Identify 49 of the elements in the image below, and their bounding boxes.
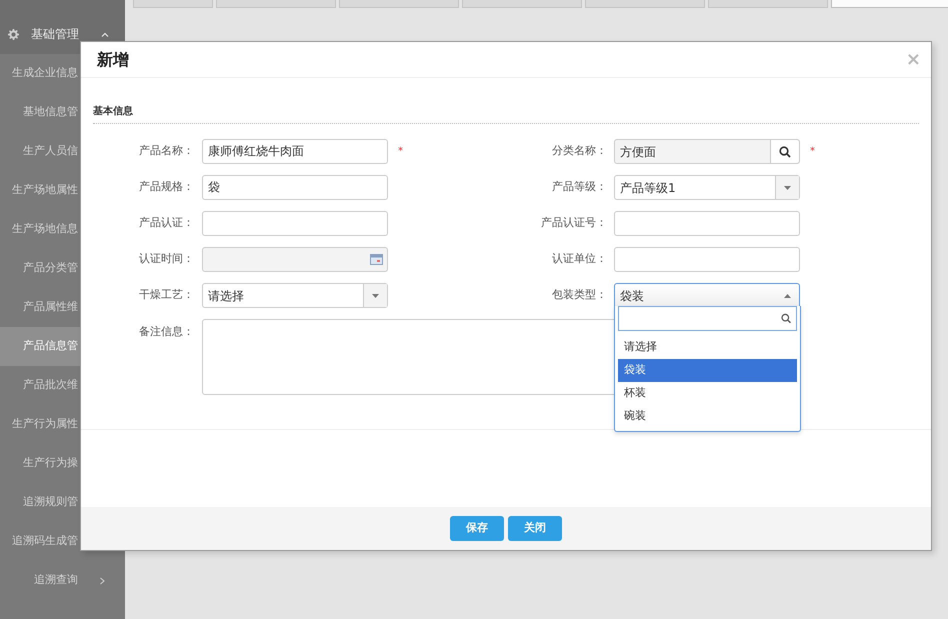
field-label: 产品认证号： <box>540 215 608 232</box>
field-label: 备注信息： <box>138 324 195 340</box>
gear-icon <box>8 28 19 40</box>
search-button[interactable] <box>770 140 799 163</box>
dialog-title: 新增 <box>97 48 129 70</box>
input-field[interactable]: 康师傅红烧牛肉面 <box>202 139 388 164</box>
input-field[interactable]: 袋 <box>202 175 388 200</box>
background-tab[interactable] <box>133 0 213 8</box>
field-label: 产品认证： <box>138 215 195 232</box>
section-title: 基本信息 <box>93 104 919 124</box>
required-mark: * <box>810 145 815 159</box>
input-field[interactable] <box>202 211 388 236</box>
select-field[interactable]: 产品等级1 <box>614 175 800 200</box>
calendar-icon <box>370 254 383 265</box>
caret-icon <box>372 294 379 298</box>
search-icon <box>779 146 791 158</box>
required-mark: * <box>398 145 403 159</box>
background-tab[interactable] <box>831 0 948 8</box>
close-button[interactable]: × <box>906 50 921 68</box>
select-field[interactable]: 请选择 <box>202 283 388 308</box>
field-label: 产品规格： <box>138 179 195 196</box>
sidebar-item[interactable]: 追溯查询 <box>0 561 125 600</box>
field-label: 认证时间： <box>138 251 195 268</box>
background-tab[interactable] <box>585 0 705 8</box>
background-tab[interactable] <box>708 0 828 8</box>
input-field[interactable] <box>614 247 800 272</box>
dropdown-option[interactable]: 袋装 <box>618 359 797 382</box>
chevron-icon <box>100 576 105 584</box>
field-label: 分类名称： <box>551 143 608 160</box>
input-field[interactable] <box>614 211 800 236</box>
search-icon <box>780 313 791 324</box>
dialog-button[interactable]: 关闭 <box>508 516 562 541</box>
background-tab[interactable] <box>462 0 582 8</box>
dropdown-option[interactable]: 请选择 <box>618 336 797 359</box>
dropdown-option[interactable]: 碗装 <box>618 405 797 428</box>
date-field[interactable] <box>202 247 388 272</box>
field-label: 干燥工艺： <box>138 287 195 304</box>
select-field[interactable]: 袋装 <box>614 283 800 308</box>
dropdown-option[interactable]: 杯装 <box>618 382 797 405</box>
dropdown-search-field[interactable] <box>618 306 797 331</box>
dialog-button[interactable]: 保存 <box>450 516 504 541</box>
background-tab[interactable] <box>216 0 336 8</box>
field-label: 认证单位： <box>551 251 608 268</box>
field-label: 产品等级： <box>551 179 608 196</box>
search-field[interactable]: 方便面 <box>614 139 800 164</box>
background-tab[interactable] <box>339 0 459 8</box>
caret-icon <box>784 186 791 190</box>
field-label: 产品名称： <box>138 143 195 160</box>
field-label: 包装类型： <box>551 287 608 304</box>
